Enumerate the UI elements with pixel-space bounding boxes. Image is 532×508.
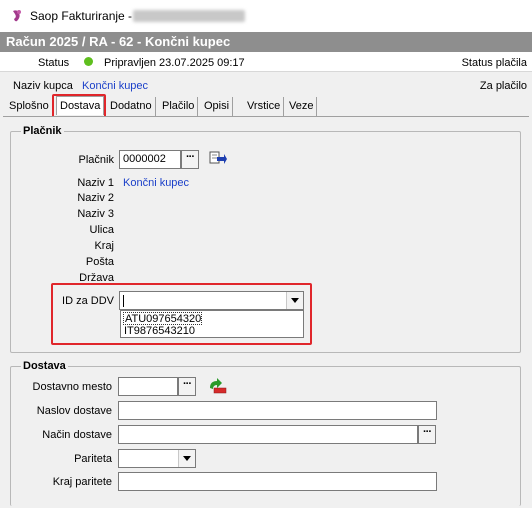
window-titlebar: Saop Fakturiranje -: [0, 0, 532, 32]
delivery-address-label: Naslov dostave: [36, 405, 112, 417]
payer-select-icon[interactable]: [208, 150, 228, 168]
amount-due-label: Za plačilo: [479, 80, 527, 92]
status-text: Pripravljen 23.07.2025 09:17: [104, 57, 245, 69]
parity-label: Pariteta: [74, 453, 112, 465]
delivery-group-title: Dostava: [21, 360, 68, 372]
payment-status-label: Status plačila: [461, 57, 527, 69]
window-title-redacted: [133, 10, 245, 22]
status-label: Status: [38, 57, 70, 69]
tab-dodatno[interactable]: Dodatno: [107, 97, 156, 116]
vat-id-dropdown-list: ATU097654320 IT9876543210: [120, 310, 304, 338]
delivery-address-field[interactable]: [118, 401, 437, 420]
tab-vrstice[interactable]: Vrstice: [244, 97, 285, 116]
delivery-place-lookup-button[interactable]: ···: [178, 377, 196, 396]
parity-place-label: Kraj paritete: [52, 476, 112, 488]
post-label: Pošta: [85, 256, 114, 268]
buyer-row: Naziv kupca Končni kupec Za plačilo: [0, 72, 532, 96]
naziv3-label: Naziv 3: [77, 208, 114, 220]
payer-lookup-button[interactable]: ···: [181, 150, 199, 169]
tab-bar: Splošno Dostava Dodatno Plačilo Opisi Vr…: [0, 96, 532, 116]
naziv1-value[interactable]: Končni kupec: [123, 177, 189, 189]
payer-group-title: Plačnik: [21, 125, 64, 137]
delivery-method-label: Način dostave: [42, 429, 112, 441]
vat-id-dropdown-button[interactable]: [286, 292, 303, 309]
window-title: Saop Fakturiranje -: [30, 9, 133, 23]
buyer-name-label: Naziv kupca: [13, 80, 73, 92]
payer-code-field[interactable]: 0000002: [119, 150, 181, 169]
delivery-place-link-icon[interactable]: [208, 377, 228, 395]
delivery-place-label: Dostavno mesto: [32, 381, 112, 393]
delivery-method-lookup-button[interactable]: ···: [418, 425, 436, 444]
chevron-down-icon: [291, 298, 299, 303]
status-row: Status Pripravljen 23.07.2025 09:17 Stat…: [0, 52, 532, 72]
payer-label: Plačnik: [78, 154, 114, 166]
naziv2-label: Naziv 2: [77, 192, 114, 204]
vat-id-option[interactable]: ATU097654320: [123, 312, 203, 325]
text-cursor: [123, 295, 124, 307]
tab-splosno[interactable]: Splošno: [6, 97, 53, 116]
city-label: Kraj: [94, 240, 114, 252]
vat-id-label: ID za DDV: [62, 295, 114, 307]
parity-place-field[interactable]: [118, 472, 437, 491]
delivery-method-field[interactable]: [118, 425, 418, 444]
tab-veze[interactable]: Veze: [286, 97, 318, 116]
vat-id-option[interactable]: IT9876543210: [123, 325, 195, 338]
naziv1-label: Naziv 1: [77, 177, 114, 189]
document-header: Račun 2025 / RA - 62 - Končni kupec: [0, 32, 532, 52]
buyer-name-link[interactable]: Končni kupec: [82, 80, 148, 92]
tab-dostava[interactable]: Dostava: [56, 96, 105, 115]
street-label: Ulica: [89, 224, 114, 236]
country-label: Država: [79, 272, 114, 284]
app-logo-icon: [13, 10, 21, 22]
tab-opisi[interactable]: Opisi: [201, 97, 234, 116]
status-indicator-icon: [84, 57, 93, 66]
tab-placilo[interactable]: Plačilo: [159, 97, 199, 116]
delivery-place-field[interactable]: [118, 377, 178, 396]
parity-dropdown-button[interactable]: [178, 450, 195, 467]
vat-id-combobox[interactable]: [119, 291, 304, 310]
parity-combobox[interactable]: [118, 449, 196, 468]
chevron-down-icon: [183, 456, 191, 461]
